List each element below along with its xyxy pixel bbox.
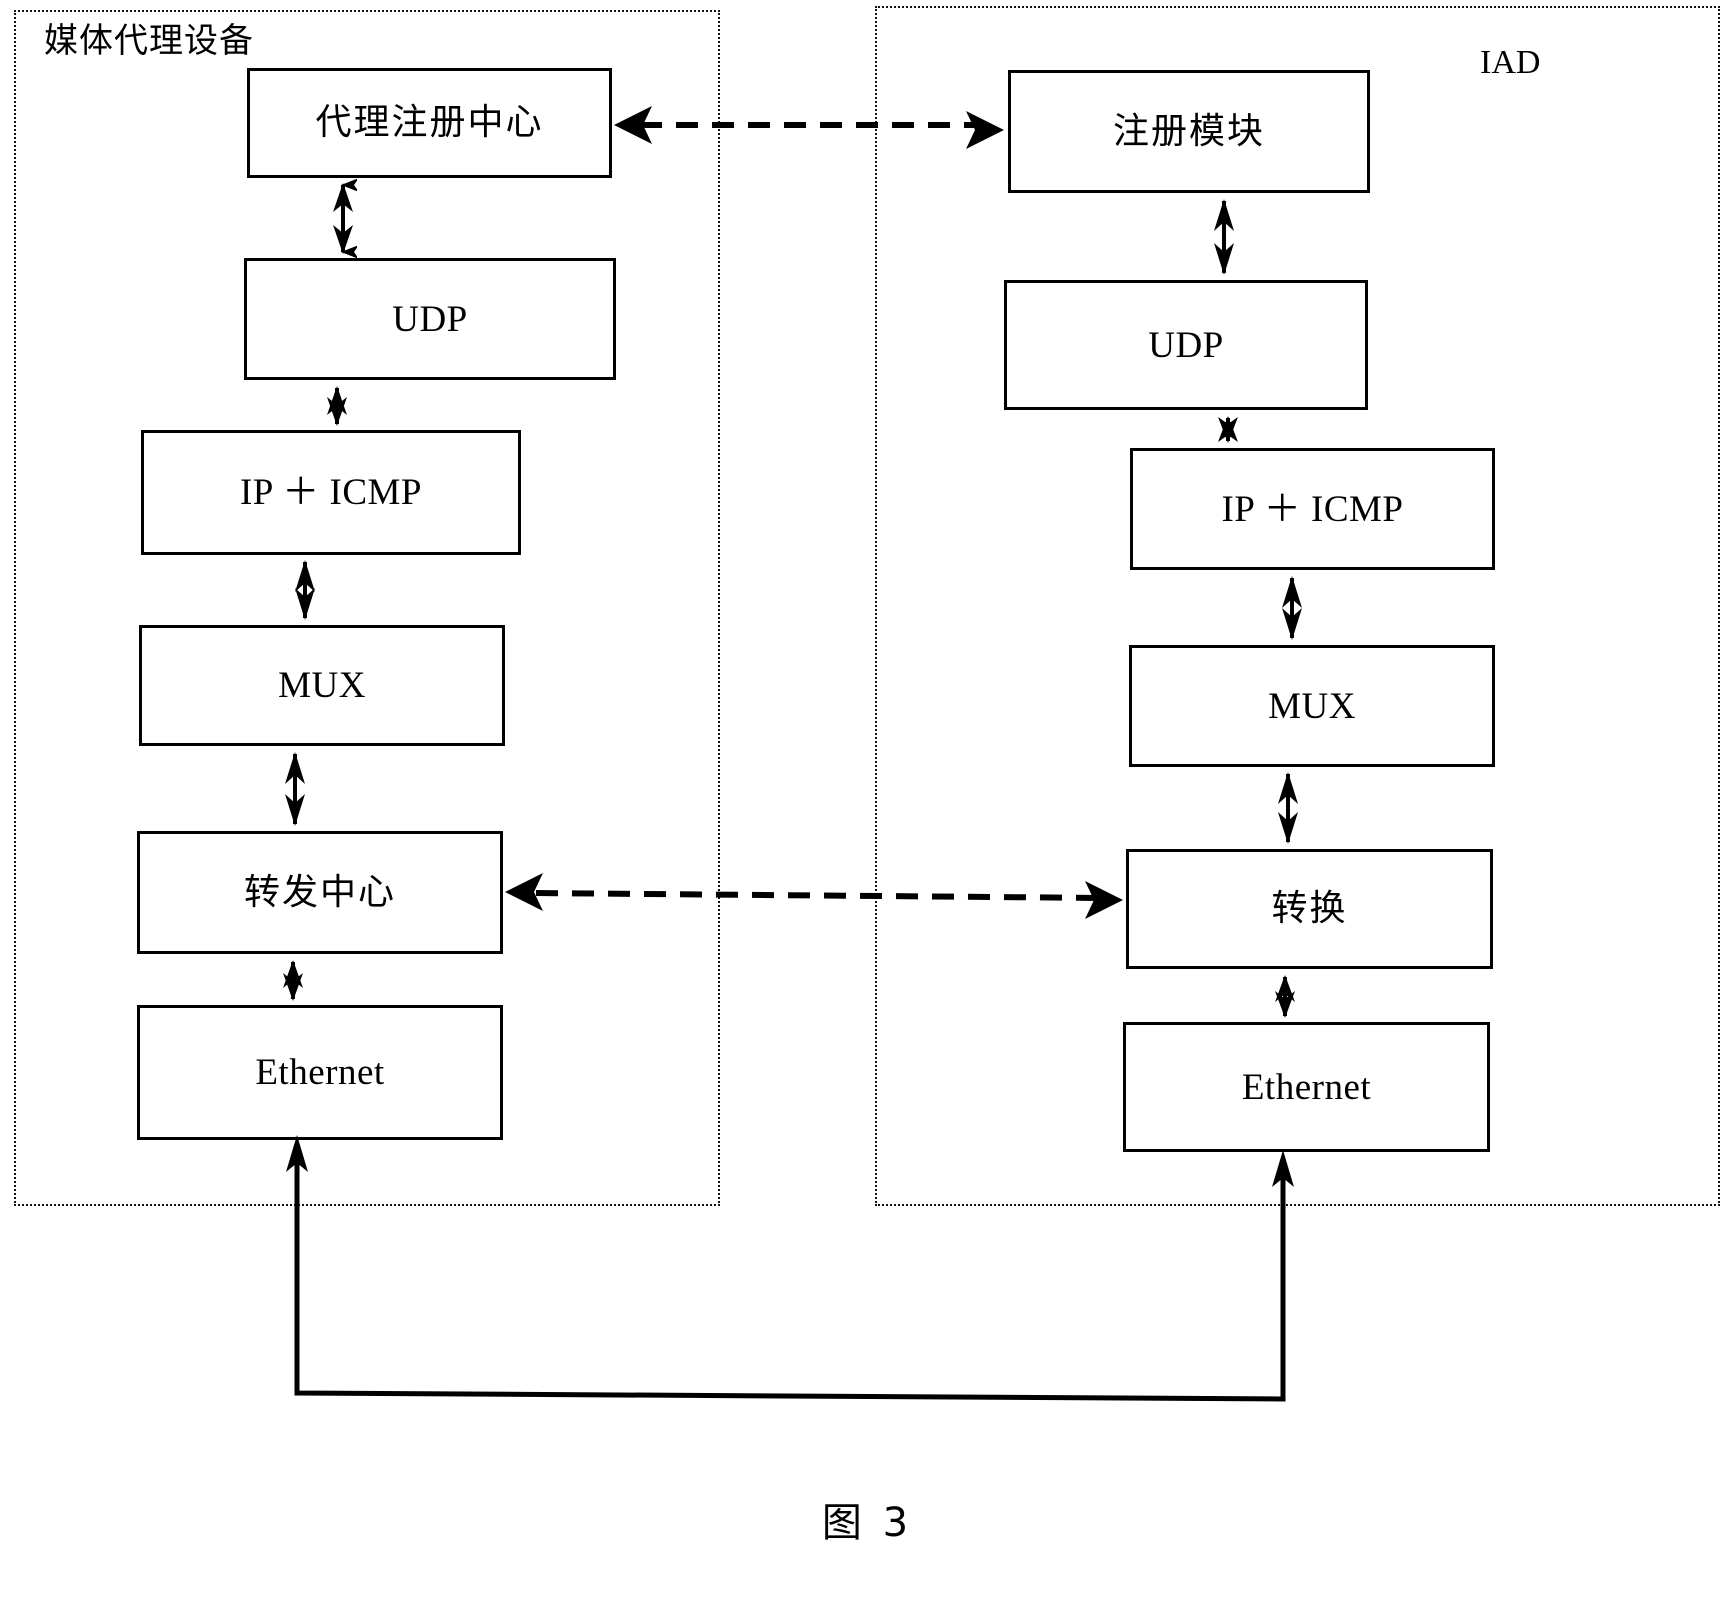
box-udp-right[interactable]: UDP	[1004, 280, 1368, 410]
box-proxy-registration-center[interactable]: 代理注册中心	[247, 68, 612, 178]
box-label-ethernet-left: Ethernet	[255, 1052, 385, 1093]
box-label-ip-icmp-left: IP ＋ ICMP	[239, 472, 422, 513]
box-label-udp-left: UDP	[392, 298, 468, 340]
box-label-ethernet-right: Ethernet	[1241, 1066, 1372, 1108]
box-label-registration-module: 注册模块	[1112, 110, 1265, 152]
box-ethernet-left[interactable]: Ethernet	[137, 1005, 503, 1140]
box-mux-left[interactable]: MUX	[139, 625, 505, 746]
box-forwarding-center[interactable]: 转发中心	[137, 831, 503, 954]
box-ethernet-right[interactable]: Ethernet	[1123, 1022, 1490, 1152]
box-udp-left[interactable]: UDP	[244, 258, 616, 380]
figure-canvas: 媒体代理设备 IAD 代理注册中心 UDP IP ＋ ICMP MUX 转发中心…	[0, 0, 1734, 1599]
box-label-proxy-registration-center: 代理注册中心	[315, 102, 544, 143]
panel-label-media-proxy-device: 媒体代理设备	[44, 21, 254, 61]
panel-label-iad: IAD	[1480, 44, 1541, 81]
box-label-mux-right: MUX	[1268, 685, 1356, 727]
box-label-conversion: 转换	[1271, 888, 1348, 929]
figure-caption: 图 3	[821, 1500, 913, 1546]
box-label-forwarding-center: 转发中心	[243, 871, 396, 913]
box-label-udp-right: UDP	[1148, 324, 1224, 366]
box-conversion[interactable]: 转换	[1126, 849, 1493, 969]
box-label-mux-left: MUX	[278, 665, 366, 706]
box-label-ip-icmp-right: IP ＋ ICMP	[1221, 488, 1404, 530]
box-ip-icmp-right[interactable]: IP ＋ ICMP	[1130, 448, 1495, 570]
box-mux-right[interactable]: MUX	[1129, 645, 1495, 767]
box-registration-module[interactable]: 注册模块	[1008, 70, 1370, 193]
box-ip-icmp-left[interactable]: IP ＋ ICMP	[141, 430, 521, 555]
